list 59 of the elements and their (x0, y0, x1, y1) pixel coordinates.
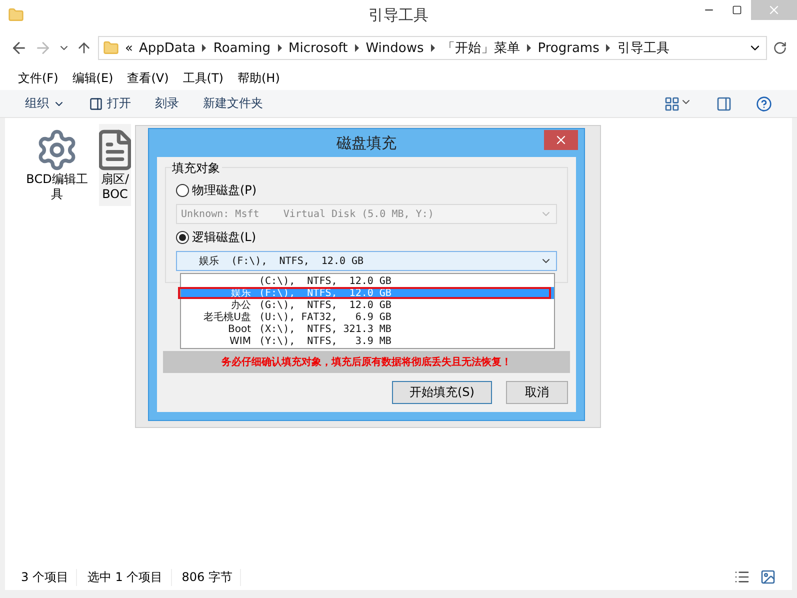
dialog-button[interactable]: 取消 (506, 381, 568, 404)
details-view-icon[interactable] (734, 569, 750, 585)
status-text: 选中 1 个项目 (87, 568, 172, 586)
back-button[interactable] (10, 39, 28, 57)
breadcrumb[interactable]: Microsoft (288, 40, 348, 56)
thumbnail-view-icon[interactable] (760, 569, 776, 585)
close-icon (767, 3, 781, 17)
group-title: 填充对象 (172, 160, 222, 177)
menu-item[interactable]: 工具(T) (182, 70, 224, 86)
breadcrumb[interactable]: 「开始」菜单 (442, 39, 520, 57)
file-item[interactable]: BCD编辑工 具 (23, 124, 91, 206)
help-icon (756, 96, 772, 112)
radio-option[interactable]: 物理磁盘(P) (176, 182, 557, 199)
dialog-button[interactable]: 开始填充(S) (392, 381, 492, 404)
maximize-icon (732, 5, 742, 15)
window-title: 引导工具 (368, 6, 430, 24)
dialog-title: 磁盘填充 (336, 134, 396, 152)
toolbar-button[interactable]: 打开 (89, 95, 131, 112)
breadcrumb[interactable]: Programs (538, 40, 600, 56)
window-icon (89, 96, 103, 110)
menu-item[interactable]: 文件(F) (18, 70, 58, 86)
separator-icon (605, 44, 612, 52)
breadcrumb[interactable]: Roaming (213, 40, 271, 56)
separator-icon (354, 44, 360, 52)
breadcrumb[interactable]: 引导工具 (617, 39, 670, 57)
file-item[interactable]: 扇区/ BOC (99, 124, 131, 206)
address-bar[interactable]: « AppData Roaming Microsoft Windows 「开始」菜单 Programs 引导工具 (98, 36, 767, 60)
radio-option[interactable]: 逻辑磁盘(L) (176, 229, 557, 246)
overflow-crumb[interactable]: « (125, 40, 133, 56)
folder-icon (103, 40, 119, 56)
separator-icon (430, 44, 436, 52)
separator-icon (526, 44, 532, 52)
document-icon (99, 128, 131, 172)
help-button[interactable] (756, 96, 772, 112)
close-icon (554, 133, 568, 147)
toolbar-button[interactable]: 刻录 (155, 95, 179, 112)
grid-icon (664, 96, 680, 112)
menu-item[interactable]: 帮助(H) (238, 70, 280, 86)
file-name: 扇区/ BOC (100, 172, 130, 202)
folder-icon (8, 7, 24, 23)
menu-item[interactable]: 查看(V) (127, 70, 169, 86)
status-text: 3 个项目 (21, 568, 78, 586)
toolbar-button[interactable]: 新建文件夹 (203, 95, 263, 112)
preview-pane-button[interactable] (716, 96, 732, 112)
close-button[interactable] (544, 130, 578, 150)
status-text: 806 字节 (182, 568, 242, 586)
breadcrumb[interactable]: Windows (366, 40, 424, 56)
pane-icon (716, 96, 732, 112)
view-options-button[interactable] (664, 96, 692, 112)
up-button[interactable] (76, 40, 92, 56)
separator-icon (276, 44, 283, 52)
refresh-button[interactable] (773, 41, 787, 55)
toolbar-button[interactable]: 组织 (25, 95, 65, 112)
file-name: BCD编辑工 具 (26, 172, 88, 202)
breadcrumb[interactable]: AppData (138, 40, 196, 56)
menu-item[interactable]: 编辑(E) (72, 70, 114, 86)
dropdown-field[interactable]: 娱乐 (F:\), NTFS, 12.0 GB (176, 251, 557, 271)
separator-icon (201, 44, 208, 52)
warning-text: 务必仔细确认填充对象，填充后原有数据将彻底丢失且无法恢复！ (163, 351, 570, 373)
